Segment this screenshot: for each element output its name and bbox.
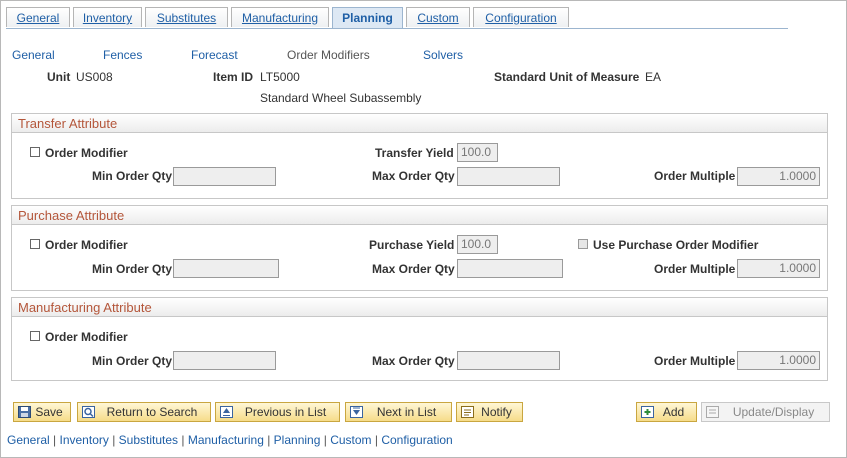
tab-custom[interactable]: Custom [406,7,470,27]
bottom-link-inventory[interactable]: Inventory [60,433,109,447]
sublink-solvers[interactable]: Solvers [423,48,463,62]
purchase-order-modifier-label: Order Modifier [45,238,128,252]
transfer-order-multiple-field[interactable]: 1.0000 [737,167,820,186]
purchase-order-multiple-label: Order Multiple [654,262,736,276]
manufacturing-max-qty-label: Max Order Qty [372,354,455,368]
bottom-link-general[interactable]: General [7,433,50,447]
update-display-label: Update/Display [732,405,815,419]
bottom-link-planning[interactable]: Planning [274,433,321,447]
transfer-min-qty-label: Min Order Qty [92,169,173,183]
unit-value: US008 [76,70,113,84]
purchase-min-qty-label: Min Order Qty [92,262,173,276]
tab-manufacturing[interactable]: Manufacturing [231,7,329,27]
tab-label: Planning [342,11,393,25]
next-in-list-button[interactable]: Next in List [345,402,452,422]
notify-label: Notify [481,405,512,419]
previous-in-list-button[interactable]: Previous in List [215,402,340,422]
tab-divider [6,28,788,29]
tab-label: Configuration [485,11,557,25]
manufacturing-min-qty-field[interactable] [173,351,276,370]
add-button[interactable]: Add [636,402,697,422]
manufacturing-order-multiple-label: Order Multiple [654,354,736,368]
group-title: Purchase Attribute [12,206,827,225]
save-button-label: Save [35,405,63,419]
manufacturing-max-qty-field[interactable] [457,351,560,370]
tab-planning[interactable]: Planning [332,7,403,29]
add-label: Add [662,405,685,419]
notify-button[interactable]: Notify [456,402,523,422]
transfer-yield-label: Transfer Yield [375,146,454,160]
manufacturing-min-qty-label: Min Order Qty [92,354,173,368]
use-po-modifier-checkbox[interactable] [578,239,588,249]
use-po-modifier-label: Use Purchase Order Modifier [593,238,759,252]
bottom-link-manufacturing[interactable]: Manufacturing [188,433,264,447]
manufacturing-order-modifier-label: Order Modifier [45,330,128,344]
manufacturing-order-modifier-checkbox[interactable] [30,331,40,341]
item-id-value: LT5000 [260,70,300,84]
unit-label: Unit [47,70,71,84]
return-to-search-label: Return to Search [106,405,198,419]
transfer-yield-field[interactable]: 100.0 [457,143,498,162]
transfer-max-qty-label: Max Order Qty [372,169,455,183]
purchase-order-multiple-field[interactable]: 1.0000 [737,259,820,278]
transfer-order-modifier-label: Order Modifier [45,146,128,160]
tab-substitutes[interactable]: Substitutes [145,7,228,27]
purchase-min-qty-field[interactable] [173,259,279,278]
tab-inventory[interactable]: Inventory [73,7,142,27]
save-button[interactable]: Save [13,402,71,422]
bottom-navigation: General | Inventory | Substitutes | Manu… [7,433,453,447]
purchase-max-qty-label: Max Order Qty [372,262,455,276]
tab-label: General [16,11,60,25]
transfer-max-qty-field[interactable] [457,167,560,186]
tab-label: Custom [417,11,459,25]
group-title: Manufacturing Attribute [12,298,827,317]
update-display-button[interactable]: Update/Display [701,402,830,422]
tab-label: Substitutes [156,11,217,25]
sublink-general[interactable]: General [12,48,55,62]
sublink-forecast[interactable]: Forecast [191,48,238,62]
uom-label: Standard Unit of Measure [494,70,640,84]
item-id-label: Item ID [213,70,254,84]
tab-label: Inventory [82,11,133,25]
sublink-fences[interactable]: Fences [103,48,142,62]
next-in-list-label: Next in List [376,405,437,419]
manufacturing-attribute-group: Manufacturing Attribute [11,297,828,381]
purchase-max-qty-field[interactable] [457,259,563,278]
tab-general[interactable]: General [6,7,70,27]
transfer-order-modifier-checkbox[interactable] [30,147,40,157]
group-title: Transfer Attribute [12,114,827,133]
item-description: Standard Wheel Subassembly [260,91,422,105]
transfer-order-multiple-label: Order Multiple [654,169,736,183]
purchase-yield-label: Purchase Yield [369,238,455,252]
purchase-yield-field[interactable]: 100.0 [457,235,498,254]
transfer-min-qty-field[interactable] [173,167,276,186]
tab-configuration[interactable]: Configuration [473,7,569,27]
bottom-link-custom[interactable]: Custom [330,433,371,447]
tab-label: Manufacturing [241,11,319,25]
bottom-link-configuration[interactable]: Configuration [381,433,452,447]
sublink-order-modifiers: Order Modifiers [287,48,370,62]
previous-in-list-label: Previous in List [244,405,327,419]
manufacturing-order-multiple-field[interactable]: 1.0000 [737,351,820,370]
uom-value: EA [645,70,662,84]
return-to-search-button[interactable]: Return to Search [77,402,211,422]
purchase-order-modifier-checkbox[interactable] [30,239,40,249]
bottom-link-substitutes[interactable]: Substitutes [119,433,178,447]
